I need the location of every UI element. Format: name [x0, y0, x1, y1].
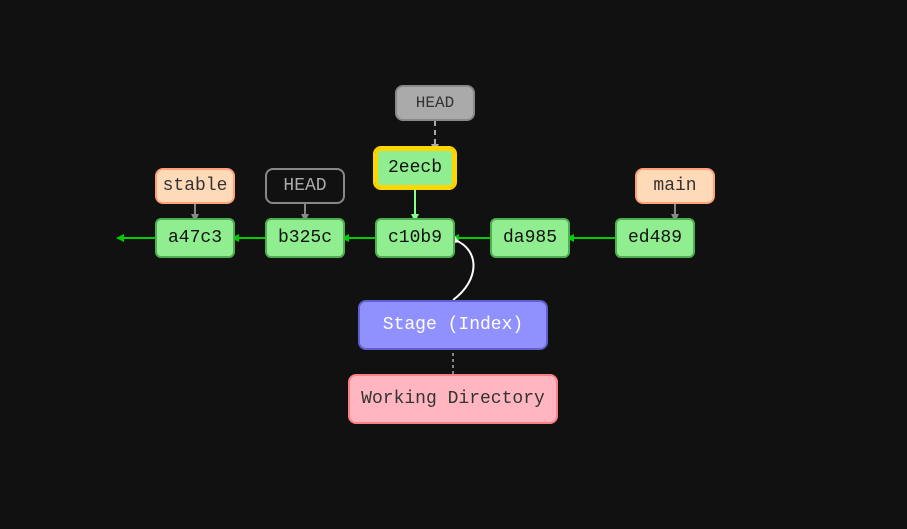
stage-index-box: Stage (Index) [358, 300, 548, 350]
commit-b325c-label: b325c [278, 228, 332, 248]
stable-branch-box: stable [155, 168, 235, 204]
head-pointer-label: HEAD [416, 94, 454, 112]
working-directory-label: Working Directory [361, 389, 545, 409]
head-pointer-box: HEAD [395, 85, 475, 121]
commit-c10b9-label: c10b9 [388, 228, 442, 248]
head-label-text: HEAD [283, 176, 326, 196]
commit-2eecb-label: 2eecb [388, 158, 442, 178]
working-directory-box: Working Directory [348, 374, 558, 424]
head-label-box: HEAD [265, 168, 345, 204]
commit-da985-box: da985 [490, 218, 570, 258]
commit-b325c-box: b325c [265, 218, 345, 258]
stable-branch-label: stable [163, 176, 228, 196]
commit-ed489-label: ed489 [628, 228, 682, 248]
commit-da985-label: da985 [503, 228, 557, 248]
diagram-svg [0, 0, 907, 529]
commit-c10b9-box: c10b9 [375, 218, 455, 258]
main-branch-label: main [653, 176, 696, 196]
commit-2eecb-box: 2eecb [375, 148, 455, 188]
stage-index-label: Stage (Index) [383, 315, 523, 335]
main-branch-box: main [635, 168, 715, 204]
commit-a47c3-box: a47c3 [155, 218, 235, 258]
diagram-canvas: HEAD stable HEAD main 2eecb a47c3 b325c … [0, 0, 907, 529]
commit-ed489-box: ed489 [615, 218, 695, 258]
commit-a47c3-label: a47c3 [168, 228, 222, 248]
